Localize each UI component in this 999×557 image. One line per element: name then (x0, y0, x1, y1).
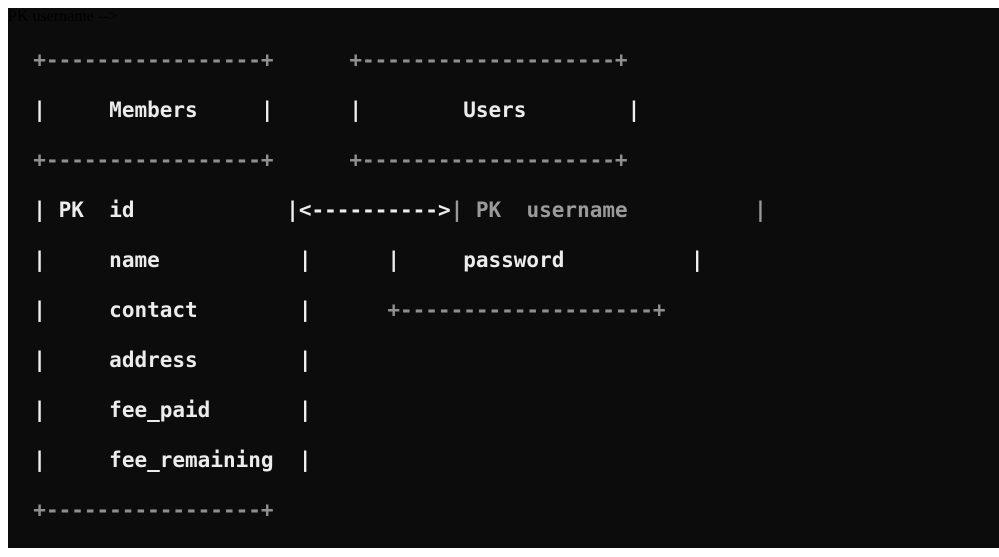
users-title: Users (463, 98, 527, 122)
users-field-username: username (526, 198, 628, 222)
members-field-fee-remaining: fee_remaining (109, 448, 274, 472)
relation-arrow: <----------> (298, 198, 451, 222)
users-header-border: +--------------------+ (349, 148, 628, 172)
row-top-border: +-----------------+ +-------------------… (8, 36, 628, 85)
row-field-4: | address | (33, 348, 312, 372)
row-field-2: | name | | password | (33, 248, 704, 272)
members-field-contact: contact (109, 298, 198, 322)
row-field-6: | fee_remaining | (33, 448, 312, 472)
row-header-border: +-----------------+ +-------------------… (8, 136, 628, 185)
members-field-name: name (109, 248, 160, 272)
users-pk-label: PK (475, 198, 502, 222)
row-titles: | Members | | Users | (33, 98, 641, 122)
members-header-border: +-----------------+ (33, 148, 274, 172)
users-field-password: password (463, 248, 565, 272)
members-field-address: address (109, 348, 198, 372)
users-bottom-border: +--------------------+ (387, 298, 666, 322)
members-bottom-border: +-----------------+ (33, 498, 274, 522)
members-title: Members (109, 98, 198, 122)
members-top-border: +-----------------+ (33, 48, 274, 72)
terminal-diagram: +-----------------+ +-------------------… (8, 8, 999, 548)
users-top-border: +--------------------+ (349, 48, 628, 72)
row-primary-keys: | PK id |<---------->| PK username | (33, 198, 767, 222)
members-pk-label: PK (58, 198, 84, 222)
members-field-fee-paid: fee_paid (109, 398, 211, 422)
members-field-id: id (109, 198, 135, 222)
row-bottom-border: +-----------------+ (8, 486, 274, 535)
row-field-5: | fee_paid | (33, 398, 312, 422)
row-field-3: | contact | +--------------------+ (33, 298, 666, 322)
